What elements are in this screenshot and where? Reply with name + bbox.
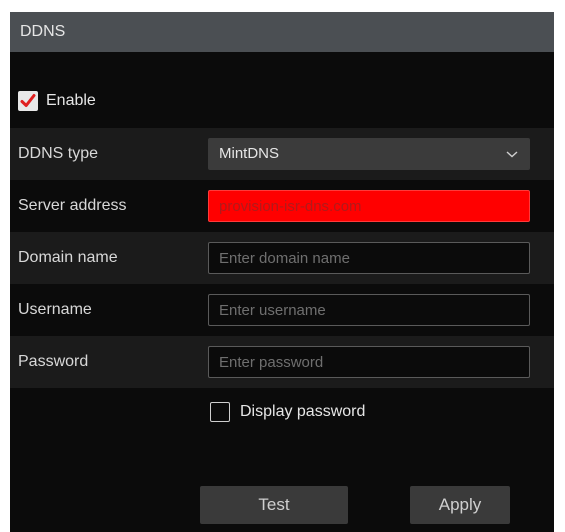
username-row: Username xyxy=(10,284,554,336)
password-label: Password xyxy=(18,353,89,370)
enable-row[interactable]: Enable xyxy=(18,88,96,114)
password-row: Password xyxy=(10,336,554,388)
checkmark-icon xyxy=(20,94,36,107)
ddns-panel: DDNS Enable DDNS type MintDNS Server add… xyxy=(10,12,554,532)
domain-name-input[interactable] xyxy=(208,242,530,274)
server-address-input[interactable] xyxy=(208,190,530,222)
ddns-type-select[interactable]: MintDNS xyxy=(208,138,530,170)
test-button[interactable]: Test xyxy=(200,486,348,524)
panel-title: DDNS xyxy=(10,12,554,52)
enable-checkbox[interactable] xyxy=(18,91,38,111)
display-password-row[interactable]: Display password xyxy=(210,400,365,424)
chevron-down-icon xyxy=(505,147,519,161)
password-input[interactable] xyxy=(208,346,530,378)
server-address-row: Server address xyxy=(10,180,554,232)
domain-name-label: Domain name xyxy=(18,249,118,266)
apply-button[interactable]: Apply xyxy=(410,486,510,524)
enable-label: Enable xyxy=(46,92,96,109)
username-input[interactable] xyxy=(208,294,530,326)
ddns-type-row: DDNS type MintDNS xyxy=(10,128,554,180)
server-address-label: Server address xyxy=(18,197,127,214)
display-password-label: Display password xyxy=(240,403,366,420)
ddns-type-label: DDNS type xyxy=(18,145,99,162)
username-label: Username xyxy=(18,301,92,318)
domain-name-row: Domain name xyxy=(10,232,554,284)
display-password-checkbox[interactable] xyxy=(210,402,230,422)
ddns-type-value: MintDNS xyxy=(219,145,280,162)
